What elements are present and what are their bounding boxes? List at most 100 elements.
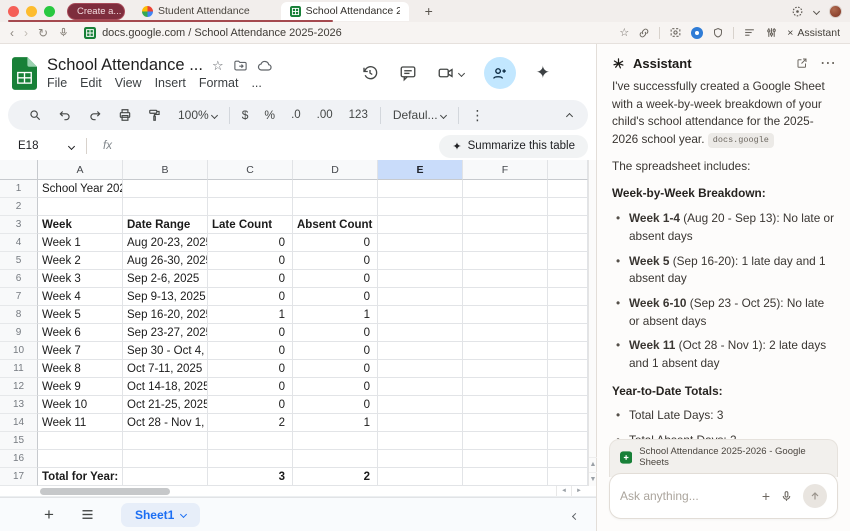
tab-student-attendance[interactable]: Student Attendance — [133, 2, 259, 21]
cell-B8[interactable]: Sep 16-20, 2025 — [123, 306, 208, 324]
cell-D17[interactable]: 2 — [293, 468, 378, 486]
row-header-1[interactable]: 1 — [0, 180, 38, 198]
row-header-15[interactable]: 15 — [0, 432, 38, 450]
cell-A14[interactable]: Week 11 — [38, 414, 123, 432]
back-button[interactable]: ‹ — [10, 26, 14, 40]
menu-edit[interactable]: Edit — [80, 76, 102, 90]
cell-F9[interactable] — [463, 324, 548, 342]
cell-A10[interactable]: Week 7 — [38, 342, 123, 360]
cell-F11[interactable] — [463, 360, 548, 378]
cell-B3[interactable]: Date Range — [123, 216, 208, 234]
row-header-8[interactable]: 8 — [0, 306, 38, 324]
row-header-11[interactable]: 11 — [0, 360, 38, 378]
context-chip[interactable]: School Attendance 2025-2026 - Google She… — [609, 439, 838, 477]
cell-C6[interactable]: 0 — [208, 270, 293, 288]
cell-F17[interactable] — [463, 468, 548, 486]
cell-F1[interactable] — [463, 180, 548, 198]
cell-partial-5[interactable] — [548, 252, 588, 270]
share-button[interactable] — [484, 57, 516, 89]
cell-F15[interactable] — [463, 432, 548, 450]
cell-B2[interactable] — [123, 198, 208, 216]
cell-C5[interactable]: 0 — [208, 252, 293, 270]
cell-B13[interactable]: Oct 21-25, 2025 — [123, 396, 208, 414]
copy-link-icon[interactable] — [638, 27, 650, 39]
cell-D1[interactable] — [293, 180, 378, 198]
cell-C8[interactable]: 1 — [208, 306, 293, 324]
row-header-10[interactable]: 10 — [0, 342, 38, 360]
row-header-6[interactable]: 6 — [0, 270, 38, 288]
cell-A17[interactable]: Total for Year: — [38, 468, 123, 486]
cell-E8[interactable] — [378, 306, 463, 324]
cell-B14[interactable]: Oct 28 - Nov 1, 2025 — [123, 414, 208, 432]
cell-B5[interactable]: Aug 26-30, 2025 — [123, 252, 208, 270]
cell-A8[interactable]: Week 5 — [38, 306, 123, 324]
cell-partial-4[interactable] — [548, 234, 588, 252]
cell-F4[interactable] — [463, 234, 548, 252]
redo-button[interactable] — [80, 108, 110, 122]
search-menus-button[interactable] — [20, 108, 50, 122]
row-header-3[interactable]: 3 — [0, 216, 38, 234]
cell-B10[interactable]: Sep 30 - Oct 4, 2025 — [123, 342, 208, 360]
number-format-button[interactable]: 123 — [341, 109, 376, 121]
cell-D13[interactable]: 0 — [293, 396, 378, 414]
cell-C14[interactable]: 2 — [208, 414, 293, 432]
cell-C13[interactable]: 0 — [208, 396, 293, 414]
cell-F14[interactable] — [463, 414, 548, 432]
column-header-partial[interactable] — [548, 160, 588, 180]
star-document-icon[interactable]: ☆ — [212, 58, 224, 74]
cell-F6[interactable] — [463, 270, 548, 288]
cell-A12[interactable]: Week 9 — [38, 378, 123, 396]
document-title[interactable]: School Attendance ... — [47, 56, 203, 75]
cell-F5[interactable] — [463, 252, 548, 270]
cell-E4[interactable] — [378, 234, 463, 252]
cell-A7[interactable]: Week 4 — [38, 288, 123, 306]
cell-F8[interactable] — [463, 306, 548, 324]
assistant-input[interactable]: Ask anything... + — [609, 473, 838, 519]
profile-avatar[interactable] — [829, 5, 842, 18]
cell-D6[interactable]: 0 — [293, 270, 378, 288]
screenshot-icon[interactable] — [669, 26, 682, 39]
cell-D4[interactable]: 0 — [293, 234, 378, 252]
cell-A1[interactable]: School Year 2025-2026 - Your Child's Att… — [38, 180, 123, 198]
cell-D3[interactable]: Absent Count — [293, 216, 378, 234]
new-tab-button[interactable]: + — [425, 3, 433, 19]
move-folder-icon[interactable] — [233, 58, 248, 73]
row-header-2[interactable]: 2 — [0, 198, 38, 216]
summarize-table-button[interactable]: ✦ Summarize this table — [439, 135, 588, 158]
open-external-icon[interactable] — [796, 57, 808, 69]
row-header-7[interactable]: 7 — [0, 288, 38, 306]
chevron-down-icon[interactable] — [813, 7, 820, 14]
collapse-panel-button[interactable] — [573, 506, 596, 524]
increase-decimal-button[interactable]: .00 — [309, 109, 341, 121]
cell-partial-7[interactable] — [548, 288, 588, 306]
shield-icon[interactable] — [712, 27, 724, 39]
video-call-button[interactable] — [437, 64, 464, 82]
cell-partial-3[interactable] — [548, 216, 588, 234]
version-history-icon[interactable] — [361, 64, 379, 82]
cell-E9[interactable] — [378, 324, 463, 342]
mic-icon[interactable] — [780, 490, 793, 503]
paint-format-button[interactable] — [140, 108, 170, 122]
assistant-more-icon[interactable]: ⋯ — [820, 53, 836, 73]
cell-D14[interactable]: 1 — [293, 414, 378, 432]
font-select[interactable]: Defaul... — [385, 108, 454, 122]
cell-F13[interactable] — [463, 396, 548, 414]
cell-partial-14[interactable] — [548, 414, 588, 432]
undo-button[interactable] — [50, 108, 80, 122]
cell-A2[interactable] — [38, 198, 123, 216]
cell-partial-15[interactable] — [548, 432, 588, 450]
cell-partial-11[interactable] — [548, 360, 588, 378]
format-percent-button[interactable]: % — [256, 108, 283, 122]
format-currency-button[interactable]: $ — [234, 108, 257, 122]
column-header-F[interactable]: F — [463, 160, 548, 180]
tuner-icon[interactable] — [765, 26, 778, 39]
cell-C17[interactable]: 3 — [208, 468, 293, 486]
cell-A4[interactable]: Week 1 — [38, 234, 123, 252]
cell-A5[interactable]: Week 2 — [38, 252, 123, 270]
spreadsheet-grid[interactable]: ABCDEF 1School Year 2025-2026 - Your Chi… — [0, 160, 596, 486]
scroll-down-button[interactable]: ▼ — [589, 472, 597, 486]
comment-icon[interactable] — [399, 64, 417, 82]
cell-A3[interactable]: Week — [38, 216, 123, 234]
cell-A6[interactable]: Week 3 — [38, 270, 123, 288]
cell-A13[interactable]: Week 10 — [38, 396, 123, 414]
